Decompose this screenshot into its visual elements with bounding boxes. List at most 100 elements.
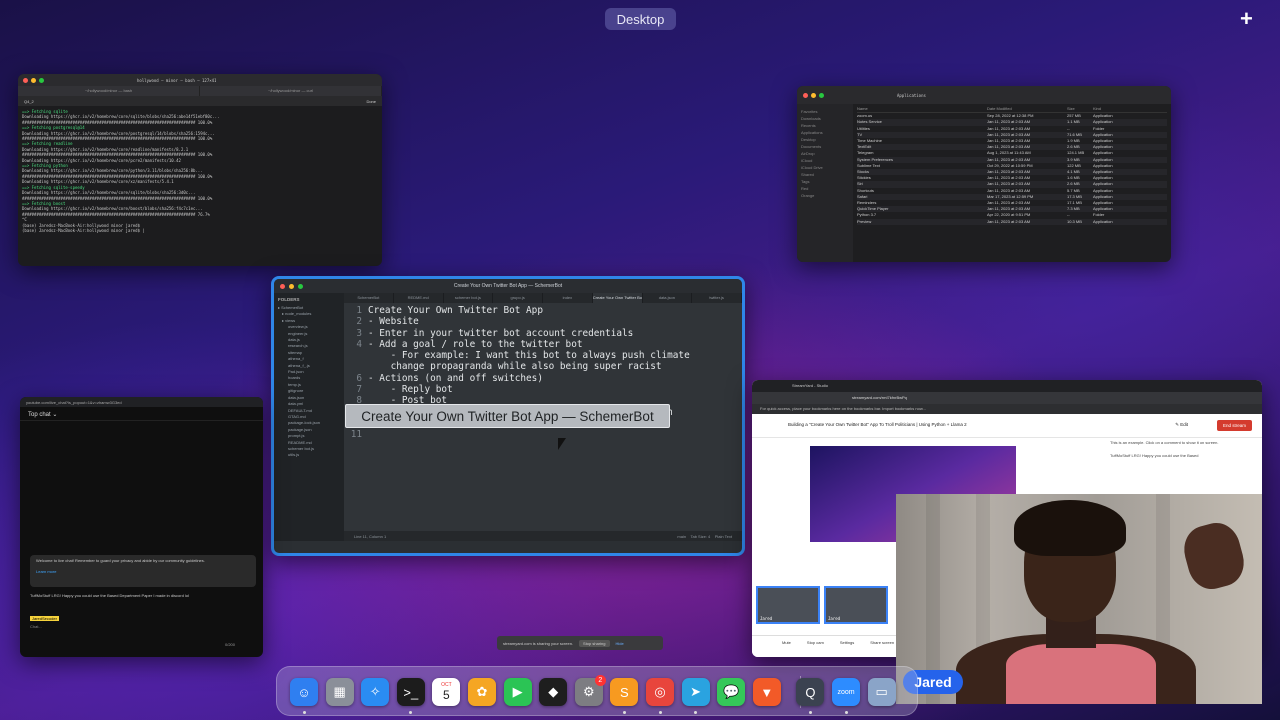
camera-thumbnail[interactable]: Jared	[756, 586, 820, 624]
bookmarks-bar[interactable]: For quick access, place your bookmarks h…	[752, 404, 1262, 414]
top-chat-dropdown[interactable]: Top chat ⌄	[20, 407, 263, 421]
syntax-label[interactable]: Plain Text	[715, 534, 732, 539]
editor-tab[interactable]: schemer bot.js	[444, 293, 494, 303]
finder-column-header[interactable]: Kind	[1093, 106, 1133, 112]
tab-size-label[interactable]: Tab Size: 4	[690, 534, 710, 539]
branch-label[interactable]: main	[677, 534, 686, 539]
editor-tab[interactable]: Create Your Own Twitter Bot App	[592, 293, 643, 303]
zoom-icon[interactable]	[39, 77, 44, 83]
editor-tab[interactable]: data.json	[643, 293, 693, 303]
edit-button[interactable]: ✎ Edit	[1175, 422, 1188, 428]
dock-photos-icon[interactable]: ✿	[468, 678, 496, 706]
close-icon[interactable]	[803, 92, 808, 98]
finder-sidebar-item[interactable]: iCloud Drive	[801, 164, 849, 171]
dock-calendar-icon[interactable]: OCT 5	[432, 678, 461, 706]
terminal-window[interactable]: hollywood — minor — bash — 127×41 ~/holl…	[18, 74, 382, 266]
terminal-tab[interactable]: ~/hollywood/minor — bash	[18, 86, 200, 96]
finder-cell: 10.3 MB	[1067, 218, 1082, 224]
learn-more-link[interactable]: Learn more	[36, 569, 250, 574]
minimize-icon[interactable]	[811, 92, 816, 98]
finder-title: Applications	[897, 92, 926, 98]
person-shirt	[1006, 644, 1156, 704]
dock-telegram-icon[interactable]: ➤	[681, 678, 710, 706]
finder-sidebar-item[interactable]: Shared	[801, 171, 849, 178]
mute-button[interactable]: Mute	[782, 640, 791, 653]
editor-tab[interactable]: index	[543, 293, 593, 303]
dock-messages-icon[interactable]: 💬	[717, 678, 746, 706]
dock-system-preferences-icon[interactable]: ⚙ 2	[574, 675, 606, 706]
dock-sublime-text-icon[interactable]: S	[610, 678, 639, 706]
dock-zoom-icon[interactable]: zoom	[832, 678, 860, 706]
dock-launchpad-icon[interactable]: ▦	[325, 678, 354, 706]
dock-finder-icon[interactable]: ☺	[290, 678, 318, 706]
share-screen-button[interactable]: Share screen	[870, 640, 894, 653]
address-bar[interactable]: streamyard.com/rmI7kfnrBwPq	[752, 392, 1262, 404]
dock-chrome-icon[interactable]: ◎	[646, 678, 674, 706]
finder-file-list: Name Date Modified Size Kind zoom.us Sep 28,…	[853, 104, 1171, 262]
stop-cam-button[interactable]: Stop cam	[807, 640, 824, 653]
finder-window[interactable]: Applications Favorites Downloads Recents Ap…	[797, 86, 1171, 262]
finder-sidebar-item[interactable]: Recents	[801, 122, 849, 129]
editor-tab[interactable]: grupo.js	[493, 293, 543, 303]
editor-tab[interactable]: REDME.md	[394, 293, 444, 303]
zoom-icon[interactable]	[819, 92, 824, 98]
dock-preview-icon[interactable]: ▭	[867, 678, 896, 706]
sublime-sidebar: FOLDERS ▸ SchemerBot ▸ node_modules ▸ view…	[274, 293, 344, 541]
terminal-search-bar[interactable]: Q4_2 Done	[18, 96, 382, 106]
finder-sidebar-item[interactable]: Desktop	[801, 136, 849, 143]
dock-quicktime-icon[interactable]: Q	[796, 678, 825, 706]
editor-tab[interactable]: twitter.js	[692, 293, 742, 303]
finder-sidebar-item[interactable]: Orange	[801, 192, 849, 199]
sublime-titlebar[interactable]: Create Your Own Twitter Bot App — Scheme…	[274, 279, 742, 293]
finder-sidebar-item[interactable]: Documents	[801, 143, 849, 150]
finder-sidebar-item[interactable]: Tags	[801, 178, 849, 185]
sidebar-file-item[interactable]: utils.js	[278, 452, 340, 458]
dock-figma-icon[interactable]: ◆	[539, 678, 568, 706]
chat-message[interactable]: TuffMoStuff LRG! Happy you could use the…	[30, 593, 256, 598]
dock-terminal-icon[interactable]: >_	[396, 678, 425, 706]
chat-input-area[interactable]: JaredSecoder Chat...	[30, 616, 59, 629]
terminal-search-input[interactable]: Q4_2	[24, 99, 34, 104]
finder-file-row[interactable]: Preview Jan 11, 2023 at 2:03 AM 10.3 MB App…	[857, 218, 1167, 225]
terminal-search-done-button[interactable]: Done	[366, 99, 376, 104]
comment-item[interactable]: TuffMoStuff LRG! Happy you could use the…	[1110, 453, 1254, 458]
finder-sidebar-item[interactable]: AirDrop	[801, 150, 849, 157]
folders-header: FOLDERS	[278, 297, 300, 302]
dock-running-indicator	[302, 711, 306, 714]
finder-column-header[interactable]: Name	[857, 106, 987, 112]
space-desktop-label[interactable]: Desktop	[605, 8, 676, 30]
settings-button[interactable]: Settings	[840, 640, 854, 653]
dock-safari-icon[interactable]: ✧	[361, 678, 390, 706]
line-number: 6	[356, 372, 362, 384]
line-number: 7	[356, 384, 362, 396]
editor-tab[interactable]: SchemerBot	[344, 293, 394, 303]
browser-tab[interactable]: StreamYard - Studio	[752, 380, 1262, 392]
youtube-url-bar[interactable]: youtube.com/live_chat?is_popout=1&v=zham…	[20, 397, 263, 407]
finder-column-header[interactable]: Date Modified	[987, 106, 1067, 112]
line-number: 1	[356, 305, 362, 316]
close-icon[interactable]	[23, 77, 28, 83]
line-text: Create Your Own Twitter Bot App	[368, 305, 543, 316]
chat-input[interactable]: Chat...	[30, 624, 59, 629]
stop-sharing-button[interactable]: Stop sharing	[579, 639, 610, 647]
line-number	[344, 361, 368, 372]
end-stream-button[interactable]: End stream	[1216, 420, 1252, 431]
finder-sidebar-item[interactable]: Applications	[801, 129, 849, 136]
finder-sidebar-item[interactable]: Downloads	[801, 115, 849, 122]
finder-sidebar-item[interactable]: Red	[801, 185, 849, 192]
terminal-output[interactable]: ==> Fetching sqlite Downloading https://…	[18, 106, 382, 236]
finder-sidebar-item[interactable]: iCloud	[801, 157, 849, 164]
minimize-icon[interactable]	[31, 77, 36, 83]
finder-sidebar-item[interactable]: Favorites	[801, 108, 849, 115]
dock-glyph: ◎	[654, 684, 666, 699]
youtube-chat-window[interactable]: youtube.com/live_chat?is_popout=1&v=zham…	[20, 397, 263, 657]
dock-facetime-icon[interactable]: ▶	[503, 678, 532, 706]
finder-column-header[interactable]: Size	[1067, 106, 1093, 112]
terminal-titlebar[interactable]: hollywood — minor — bash — 127×41	[18, 74, 382, 86]
terminal-tab[interactable]: ~/hollywood/minor — curl	[200, 86, 382, 96]
dock-brave-icon[interactable]: ▼	[752, 678, 781, 706]
dock-glyph: ◆	[548, 684, 559, 699]
screen-thumbnail[interactable]: Jared	[824, 586, 888, 624]
add-space-button[interactable]: +	[1240, 6, 1253, 32]
hide-button[interactable]: Hide	[616, 641, 624, 646]
